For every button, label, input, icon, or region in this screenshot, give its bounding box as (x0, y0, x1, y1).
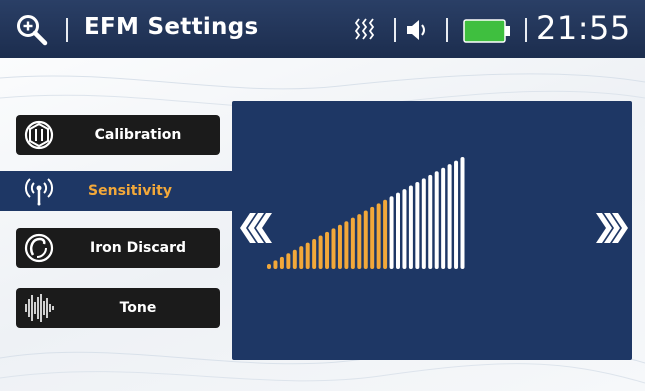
level-bar (325, 231, 330, 269)
level-bar (312, 239, 317, 269)
menu-item-label: Tone (119, 300, 157, 316)
menu-item-calibration[interactable]: Calibration (16, 115, 220, 155)
iron-discard-icon (24, 233, 54, 263)
page-title: EFM Settings (84, 14, 259, 40)
clock: 21:55 (536, 9, 631, 47)
level-bar (441, 167, 446, 269)
level-bar (337, 224, 342, 269)
battery-icon (463, 19, 510, 43)
level-bar (415, 181, 420, 269)
tone-icon (25, 294, 54, 322)
level-bar (396, 192, 400, 269)
menu-item-label: Calibration (94, 127, 182, 143)
speaker-icon[interactable] (405, 18, 431, 42)
level-bar (408, 185, 413, 269)
level-bar (402, 189, 407, 269)
menu-item-tone[interactable]: Tone (16, 288, 220, 328)
level-bar (305, 242, 310, 269)
level-bar (350, 217, 355, 269)
sensitivity-panel (232, 101, 632, 360)
level-bar (376, 203, 381, 269)
header-divider (394, 18, 396, 42)
vibration-icon (355, 18, 375, 40)
level-bar (389, 196, 394, 269)
level-bar (454, 160, 459, 269)
level-bar (286, 253, 291, 269)
menu-item-label: Iron Discard (90, 240, 186, 256)
sensitivity-icon (24, 178, 54, 206)
top-bar: EFM Settings 21:55 (0, 0, 645, 58)
header-divider (525, 18, 527, 42)
level-bar (279, 256, 284, 269)
search-icon[interactable] (16, 14, 48, 46)
app-screen: EFM Settings 21:55 Calibration Sensitivi… (0, 0, 645, 391)
level-bar (383, 199, 388, 269)
sensitivity-level-meter[interactable] (232, 101, 632, 360)
level-bar (292, 249, 297, 269)
menu-item-iron-discard[interactable]: Iron Discard (16, 228, 220, 268)
level-bar (447, 164, 452, 269)
header-divider (66, 18, 68, 42)
menu-item-label: Sensitivity (88, 183, 172, 199)
level-bar (421, 178, 426, 269)
level-bar (318, 235, 323, 269)
menu-item-sensitivity[interactable]: Sensitivity (0, 171, 232, 211)
level-bar (267, 264, 271, 269)
calibration-icon (24, 120, 54, 150)
level-bar (299, 246, 304, 269)
level-bar (357, 214, 362, 269)
level-bar (370, 206, 375, 269)
level-bar (273, 260, 278, 269)
level-bar (331, 228, 336, 269)
level-bar (344, 221, 349, 269)
level-bar (434, 171, 439, 269)
level-bar (460, 157, 465, 269)
level-bar (428, 174, 433, 269)
level-bar (363, 210, 368, 269)
header-divider (446, 18, 448, 42)
